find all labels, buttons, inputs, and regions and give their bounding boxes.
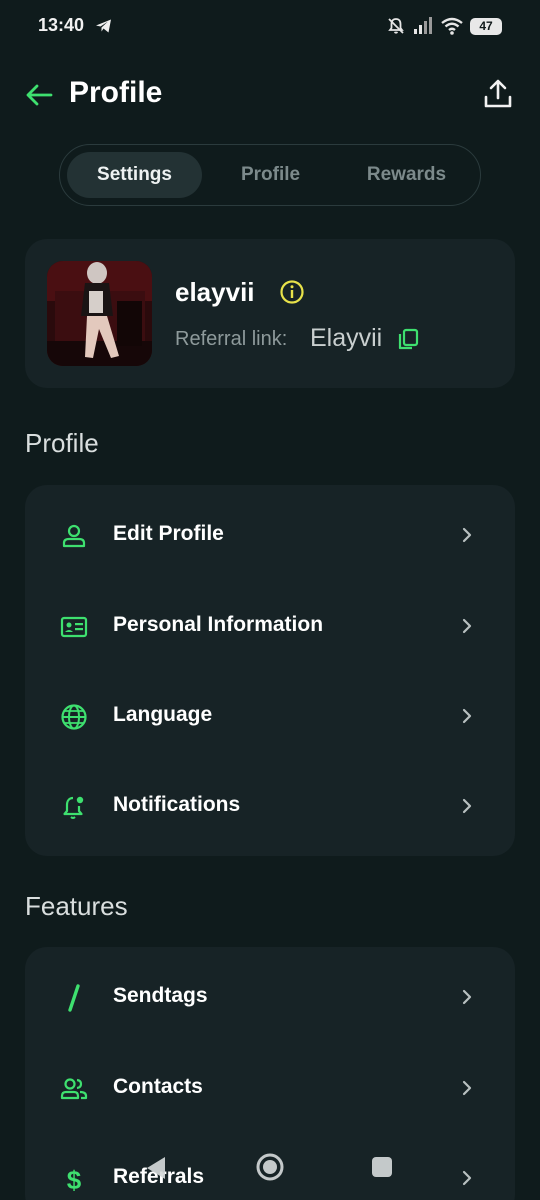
- tab-rewards[interactable]: Rewards: [339, 152, 474, 198]
- svg-text:$: $: [67, 1165, 82, 1193]
- slash-icon: [68, 984, 80, 1012]
- chevron-right-icon: [462, 618, 472, 634]
- wifi-icon: [441, 17, 463, 35]
- tab-profile[interactable]: Profile: [203, 152, 338, 198]
- menu-label: Personal Information: [113, 613, 324, 636]
- profile-menu-card: Edit Profile Personal Information Langua…: [25, 485, 515, 856]
- chevron-right-icon: [462, 1170, 472, 1186]
- globe-icon: [61, 704, 87, 730]
- avatar[interactable]: [47, 261, 152, 366]
- telegram-icon: [96, 19, 111, 33]
- back-arrow-icon[interactable]: [24, 80, 54, 110]
- menu-item-sendtags[interactable]: Sendtags: [25, 952, 515, 1042]
- nav-home-icon[interactable]: [255, 1152, 285, 1182]
- dollar-icon: $: [67, 1165, 82, 1193]
- app-header: Profile: [0, 70, 540, 120]
- info-icon[interactable]: [279, 279, 305, 305]
- share-icon[interactable]: [482, 78, 514, 110]
- user-card: elayvii Referral link: Elayvii: [25, 239, 515, 388]
- referral-value: Elayvii: [310, 324, 383, 352]
- menu-label: Contacts: [113, 1075, 203, 1098]
- menu-item-language[interactable]: Language: [25, 671, 515, 761]
- person-icon: [62, 524, 86, 548]
- username: elayvii: [175, 277, 255, 307]
- menu-label: Sendtags: [113, 984, 208, 1007]
- menu-item-edit-profile[interactable]: Edit Profile: [25, 490, 515, 580]
- signal-icon: [414, 17, 432, 34]
- battery-level: 47: [479, 18, 493, 33]
- nav-recents-icon[interactable]: [371, 1156, 393, 1178]
- menu-label: Language: [113, 703, 213, 726]
- bell-icon: [63, 796, 84, 819]
- chevron-right-icon: [462, 989, 472, 1005]
- referral-label: Referral link:: [175, 328, 288, 350]
- copy-icon[interactable]: [397, 328, 419, 350]
- menu-item-contacts[interactable]: Contacts: [25, 1043, 515, 1133]
- chevron-right-icon: [462, 1080, 472, 1096]
- menu-label: Edit Profile: [113, 522, 224, 545]
- chevron-right-icon: [462, 798, 472, 814]
- id-card-icon: [60, 616, 88, 638]
- chevron-right-icon: [462, 708, 472, 724]
- status-time: 13:40: [38, 15, 85, 35]
- section-title-features: Features: [25, 891, 128, 921]
- contacts-icon: [60, 1078, 88, 1100]
- nav-back-icon[interactable]: [144, 1155, 168, 1181]
- menu-item-notifications[interactable]: Notifications: [25, 761, 515, 851]
- tab-bar: Settings Profile Rewards: [59, 144, 481, 206]
- battery-icon: 47: [470, 17, 502, 35]
- page-title: Profile: [69, 76, 163, 109]
- mute-bell-icon: [388, 18, 404, 34]
- menu-label: Notifications: [113, 793, 241, 816]
- chevron-right-icon: [462, 527, 472, 543]
- status-icons: 47: [386, 14, 502, 38]
- menu-item-personal-information[interactable]: Personal Information: [25, 581, 515, 671]
- status-bar: 13:40 47: [0, 0, 540, 54]
- tab-settings[interactable]: Settings: [67, 152, 202, 198]
- section-title-profile: Profile: [25, 428, 99, 458]
